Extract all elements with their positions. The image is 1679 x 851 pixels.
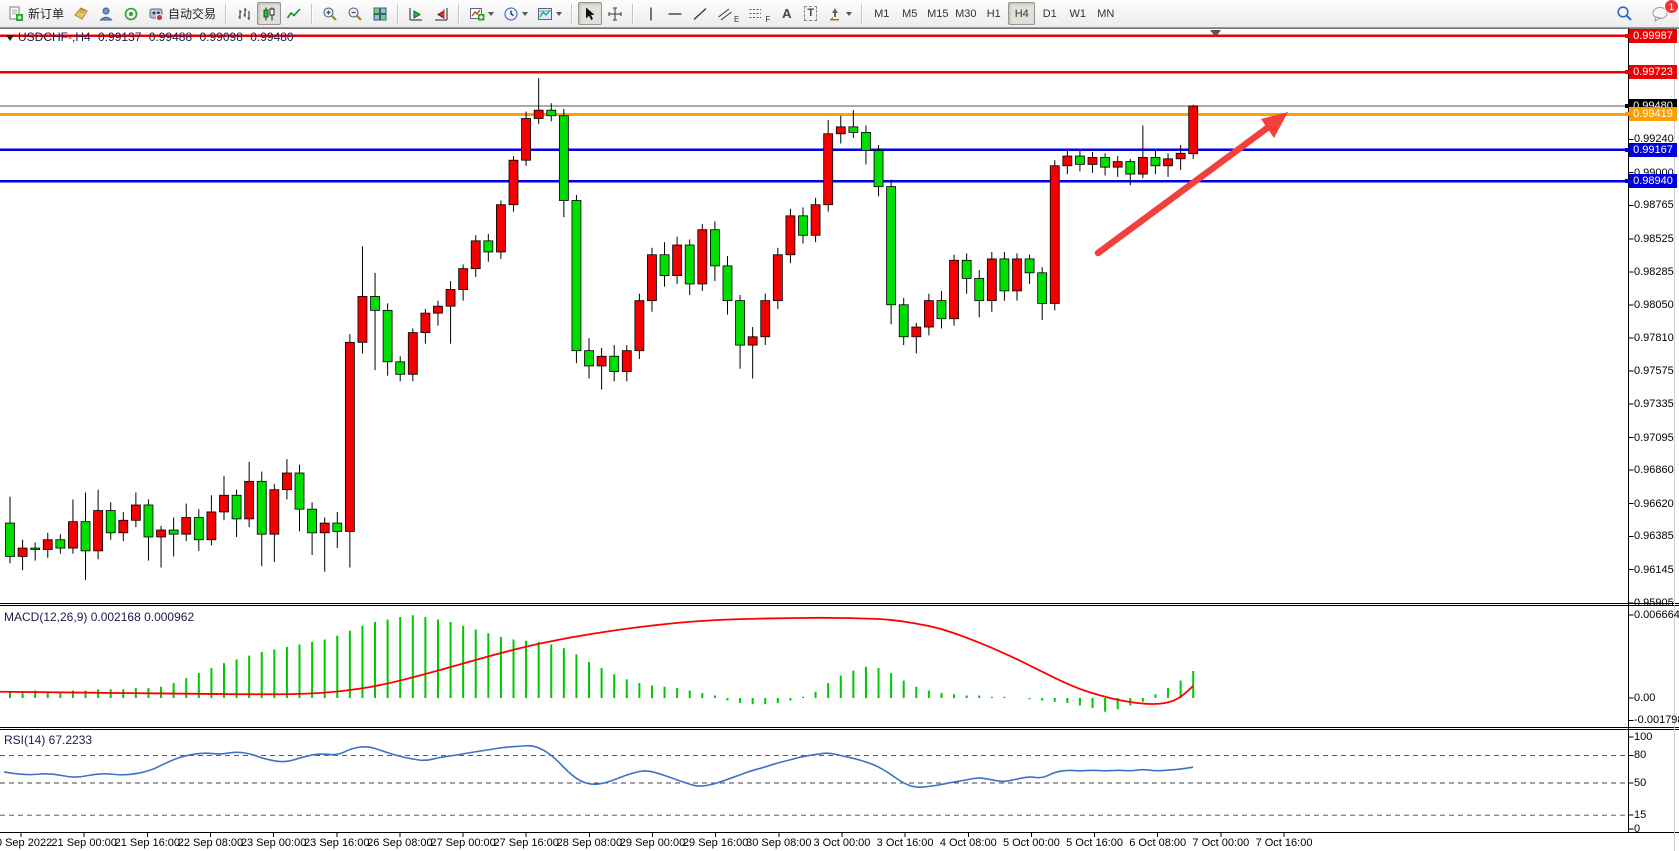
- macd-signal-line: [0, 618, 1193, 704]
- fibonacci-tool[interactable]: F: [744, 2, 774, 25]
- new-order-button[interactable]: 新订单: [4, 2, 68, 25]
- crosshair-tool-button[interactable]: [603, 2, 627, 25]
- chart-marker-icon: [6, 35, 14, 41]
- periods-button[interactable]: [499, 2, 532, 25]
- data-window-button[interactable]: [94, 2, 118, 25]
- auto-trading-label: 自动交易: [168, 5, 216, 22]
- toolbar-separator: [397, 4, 399, 24]
- close-value: 0.99480: [250, 30, 293, 44]
- chart-shift-button[interactable]: [429, 2, 453, 25]
- timeframe-m1[interactable]: M1: [868, 2, 895, 25]
- horizontal-line-tool[interactable]: [663, 2, 687, 25]
- search-icon: [1616, 5, 1633, 22]
- auto-trading-icon: [148, 6, 164, 22]
- chart-title: USDCHF-,H4 0.99137 0.99488 0.99098 0.994…: [6, 30, 298, 44]
- timeframe-m15[interactable]: M15: [924, 2, 951, 25]
- crosshair-icon: [607, 6, 623, 22]
- mt4-window: { "toolbar": { "new_order_label": "新订单",…: [0, 0, 1679, 851]
- vertical-line-tool[interactable]: [639, 2, 662, 25]
- tile-windows-icon: [372, 6, 388, 22]
- zoom-out-button[interactable]: [343, 2, 367, 25]
- zoom-in-icon: [322, 6, 338, 22]
- horizontal-line-icon: [667, 6, 683, 22]
- timeframe-m30[interactable]: M30: [952, 2, 979, 25]
- bar-chart-icon: [236, 6, 252, 22]
- open-value: 0.99137: [98, 30, 141, 44]
- zoom-in-button[interactable]: [318, 2, 342, 25]
- toolbar-separator: [632, 4, 634, 24]
- main-toolbar: 新订单 自动交易: [0, 0, 1679, 28]
- macd-histogram: [10, 615, 1193, 711]
- zoom-out-icon: [347, 6, 363, 22]
- templates-button[interactable]: [533, 2, 566, 25]
- channel-icon: [717, 6, 733, 22]
- indicators-button[interactable]: [465, 2, 498, 25]
- candlestick-icon: [261, 6, 277, 22]
- text-label-tool[interactable]: T: [799, 2, 822, 25]
- line-chart-icon: [286, 6, 302, 22]
- text-tool-icon: A: [782, 6, 791, 21]
- toolbar-separator: [571, 4, 573, 24]
- timeframe-h4[interactable]: H4: [1008, 2, 1035, 25]
- timeframe-d1[interactable]: D1: [1036, 2, 1063, 25]
- strategy-tester-button[interactable]: [119, 2, 143, 25]
- new-order-label: 新订单: [28, 5, 64, 22]
- search-button[interactable]: [1612, 2, 1637, 25]
- new-order-icon: [8, 6, 24, 22]
- toolbar-separator: [458, 4, 460, 24]
- high-value: 0.99488: [149, 30, 192, 44]
- text-tool[interactable]: A: [775, 2, 798, 25]
- timeframe-m5[interactable]: M5: [896, 2, 923, 25]
- bar-chart-button[interactable]: [232, 2, 256, 25]
- toolbar-separator: [311, 4, 313, 24]
- arrows-tool-icon: [827, 6, 843, 22]
- fibonacci-icon: [748, 6, 764, 22]
- rsi-line: [4, 746, 1193, 788]
- arrows-tool[interactable]: [823, 2, 856, 25]
- notifications-button[interactable]: 1: [1647, 2, 1673, 25]
- low-value: 0.99098: [199, 30, 242, 44]
- equidistant-channel-tool[interactable]: E: [713, 2, 743, 25]
- rsi-indicator-label: RSI(14) 67.2233: [4, 733, 92, 747]
- cursor-arrow-icon: [582, 6, 598, 22]
- price-tag-icon: [73, 6, 89, 22]
- macd-indicator-label: MACD(12,26,9) 0.002168 0.000962: [4, 610, 194, 624]
- vertical-line-icon: [644, 6, 658, 22]
- symbol-period-label: USDCHF-,H4: [18, 30, 91, 44]
- timeframe-h1[interactable]: H1: [980, 2, 1007, 25]
- timeframe-w1[interactable]: W1: [1064, 2, 1091, 25]
- auto-scroll-button[interactable]: [404, 2, 428, 25]
- channel-sub-label: E: [734, 15, 739, 24]
- dropdown-caret: [488, 12, 494, 16]
- dropdown-caret: [522, 12, 528, 16]
- toolbar-separator: [225, 4, 227, 24]
- market-watch-button[interactable]: [69, 2, 93, 25]
- candles-series: [6, 78, 1198, 580]
- data-window-icon: [98, 6, 114, 22]
- template-icon: [537, 6, 553, 22]
- trendline-tool[interactable]: [688, 2, 712, 25]
- chart-shift-icon: [433, 6, 449, 22]
- fibonacci-sub-label: F: [765, 15, 770, 24]
- trendline-icon: [692, 6, 708, 22]
- indicators-icon: [469, 6, 485, 22]
- text-label-icon: T: [804, 6, 817, 21]
- tile-windows-button[interactable]: [368, 2, 392, 25]
- timeframe-mn[interactable]: MN: [1092, 2, 1119, 25]
- candlestick-chart-button[interactable]: [257, 2, 281, 25]
- cursor-tool-button[interactable]: [578, 2, 602, 25]
- notification-count-badge: 1: [1664, 0, 1679, 14]
- trend-arrow-shaft: [1098, 126, 1270, 253]
- auto-trading-button[interactable]: 自动交易: [144, 2, 220, 25]
- chart-canvas[interactable]: [0, 0, 1679, 851]
- auto-scroll-icon: [408, 6, 424, 22]
- clock-icon: [503, 6, 519, 22]
- dropdown-caret: [846, 12, 852, 16]
- line-chart-button[interactable]: [282, 2, 306, 25]
- dropdown-caret: [556, 12, 562, 16]
- toolbar-separator: [861, 4, 863, 24]
- signal-icon: [123, 6, 139, 22]
